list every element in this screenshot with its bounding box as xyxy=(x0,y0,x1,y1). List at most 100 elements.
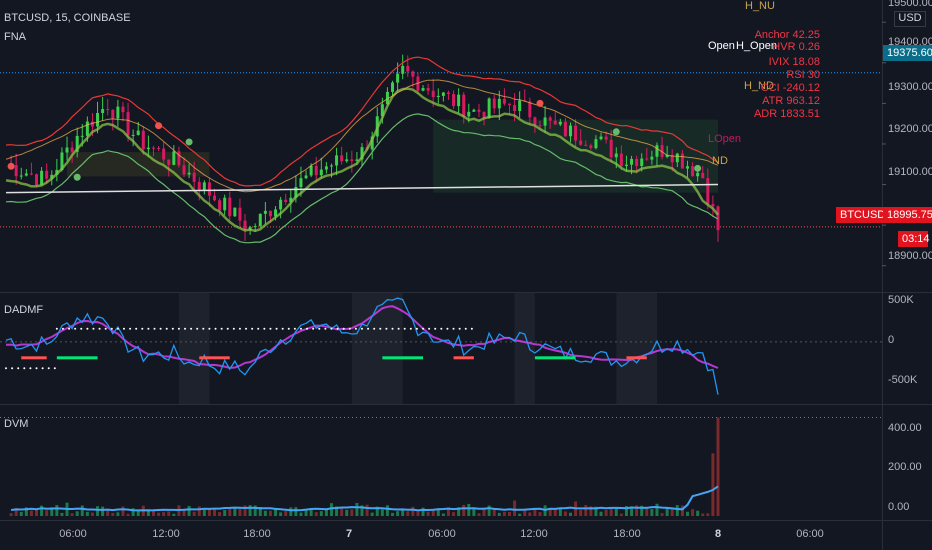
dvm-bar xyxy=(706,513,710,516)
currency-button[interactable]: USD xyxy=(894,11,926,27)
dadmf-dot xyxy=(159,327,162,330)
open-price-tag: 19375.60 xyxy=(883,45,932,61)
dvm-bar xyxy=(279,512,283,516)
dvm-bar xyxy=(9,513,13,516)
dvm-bar xyxy=(121,506,125,516)
candle-body xyxy=(640,158,644,167)
dadmf-session-shade xyxy=(616,293,657,404)
dvm-bar xyxy=(19,512,23,516)
dvm-bar xyxy=(45,510,49,516)
dadmf-dot xyxy=(348,327,351,330)
candle-body xyxy=(14,165,18,177)
dadmf-dot xyxy=(29,367,32,370)
dvm-bar xyxy=(696,510,700,516)
dadmf-dot xyxy=(196,327,199,330)
dvm-plot xyxy=(0,416,882,516)
dadmf-dot xyxy=(263,327,266,330)
dadmf-dot xyxy=(171,327,174,330)
candle-body xyxy=(80,135,84,137)
price-axis-label: 19100.00 xyxy=(888,166,932,178)
dadmf-signal-bar xyxy=(382,356,424,360)
symbol-title[interactable]: BTCUSD, 15, COINBASE xyxy=(4,12,131,25)
candle-body xyxy=(604,136,608,140)
dvm-bar xyxy=(182,510,186,516)
dvm-bar xyxy=(197,506,201,516)
h-nu-label: H_NU xyxy=(745,0,775,12)
dvm-bar xyxy=(365,504,369,516)
candle-body xyxy=(421,88,425,91)
dvm-bar xyxy=(167,511,171,516)
dvm-bar xyxy=(55,504,59,516)
candle-body xyxy=(141,130,145,150)
dvm-bar xyxy=(111,512,115,516)
candle-body xyxy=(101,109,105,113)
time-axis-label: 18:00 xyxy=(613,528,641,540)
candle-body xyxy=(309,165,313,176)
dadmf-dot xyxy=(330,327,333,330)
candle-body xyxy=(650,156,654,160)
candle-body xyxy=(213,195,217,201)
candle-body xyxy=(446,92,450,95)
candle-body xyxy=(223,197,227,211)
candle-body xyxy=(70,147,74,152)
candle-body xyxy=(40,170,44,185)
dadmf-dot xyxy=(324,327,327,330)
dvm-bar xyxy=(187,505,191,516)
dadmf-dot xyxy=(23,367,26,370)
candle-body xyxy=(584,144,588,146)
dadmf-dot xyxy=(275,327,278,330)
candle-body xyxy=(553,120,557,125)
dvm-bar xyxy=(467,503,471,516)
signal-dot xyxy=(612,128,620,136)
candle-body xyxy=(233,207,237,217)
candle-body xyxy=(462,94,466,117)
candle-body xyxy=(619,153,623,166)
dadmf-dot xyxy=(306,327,309,330)
dadmf-dot xyxy=(470,327,473,330)
candle-body xyxy=(574,125,578,141)
candle-body xyxy=(391,82,395,92)
candle-body xyxy=(324,166,328,170)
dadmf-dot xyxy=(232,327,235,330)
nd-label: ND xyxy=(712,155,728,167)
dadmf-dot xyxy=(116,327,119,330)
lopen-label: LOpen xyxy=(708,133,742,145)
candle-body xyxy=(116,106,120,119)
dvm-bar xyxy=(380,509,384,516)
dadmf-session-shade xyxy=(178,293,210,404)
last-symbol-tag: BTCUSD xyxy=(836,207,885,223)
candle-body xyxy=(507,103,511,106)
candle-body xyxy=(548,117,552,121)
dvm-bar xyxy=(492,509,496,516)
dadmf-dot xyxy=(403,327,406,330)
dvm-bar xyxy=(711,453,715,516)
dadmf-title[interactable]: DADMF xyxy=(4,304,43,317)
stat-cci: CCI -240.12 xyxy=(760,82,820,94)
dadmf-dot xyxy=(245,327,248,330)
dadmf-plot xyxy=(0,293,882,404)
dvm-title[interactable]: DVM xyxy=(4,418,28,431)
candle-body xyxy=(335,155,339,166)
dvm-bar xyxy=(691,509,695,516)
candle-body xyxy=(396,73,400,83)
signal-dot xyxy=(185,138,193,146)
candle-body xyxy=(192,172,196,182)
dvm-bar xyxy=(431,510,435,516)
candle-body xyxy=(207,182,211,196)
dvm-bar xyxy=(192,511,196,516)
dadmf-dot xyxy=(257,327,260,330)
signal-dot xyxy=(73,173,81,181)
candle-body xyxy=(157,148,161,150)
dvm-bar xyxy=(507,512,511,516)
candle-body xyxy=(258,213,262,227)
candle-body xyxy=(111,109,115,119)
dvm-bar xyxy=(350,509,354,516)
dvm-bar xyxy=(202,510,206,516)
signal-dot xyxy=(155,122,163,130)
dvm-bar xyxy=(416,511,420,516)
dvm-bar xyxy=(406,511,410,516)
dadmf-dot xyxy=(80,327,83,330)
candle-body xyxy=(85,121,89,136)
fna-indicator-label[interactable]: FNA xyxy=(4,31,26,44)
candle-body xyxy=(441,92,445,96)
